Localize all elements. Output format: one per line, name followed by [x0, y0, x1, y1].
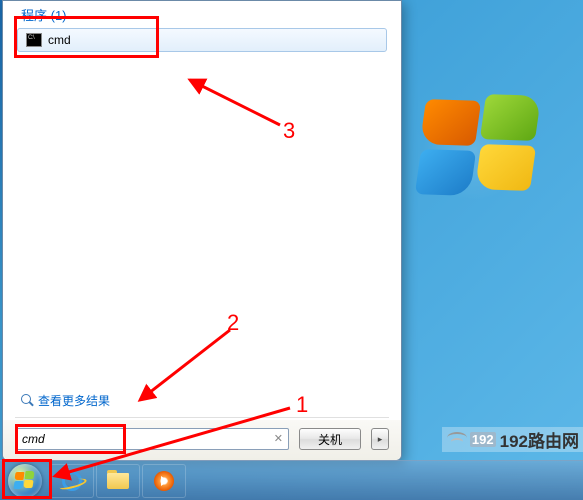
- cmd-icon: [26, 33, 42, 47]
- divider: [15, 417, 389, 418]
- see-more-results-link[interactable]: 查看更多结果: [3, 386, 401, 415]
- desktop-wallpaper-windows-logo: [383, 60, 563, 240]
- result-label: cmd: [48, 33, 71, 47]
- start-menu-spacer: [3, 54, 401, 386]
- annotation-number-2: 2: [227, 310, 239, 336]
- search-box: ✕: [15, 428, 289, 450]
- annotation-number-3: 3: [283, 118, 295, 144]
- taskbar-internet-explorer[interactable]: [50, 464, 94, 498]
- shutdown-options-arrow[interactable]: ▸: [371, 428, 389, 450]
- watermark-text: 192路由网: [500, 427, 579, 452]
- see-more-label: 查看更多结果: [38, 392, 110, 409]
- start-menu-bottom-row: ✕ 关机 ▸: [3, 420, 401, 460]
- programs-header: 程序 (1): [3, 1, 401, 26]
- wifi-icon: [446, 432, 468, 448]
- taskbar-media-player[interactable]: [142, 464, 186, 498]
- search-input[interactable]: [15, 428, 289, 450]
- taskbar-file-explorer[interactable]: [96, 464, 140, 498]
- start-button[interactable]: [2, 463, 48, 499]
- clear-search-icon[interactable]: ✕: [274, 432, 283, 445]
- search-result-cmd[interactable]: cmd: [17, 28, 387, 52]
- watermark: 192 192路由网: [442, 427, 583, 452]
- annotation-number-1: 1: [296, 392, 308, 418]
- start-menu: 程序 (1) cmd 查看更多结果 ✕ 关机 ▸: [2, 0, 402, 461]
- search-icon: [21, 394, 34, 407]
- watermark-ip: 192: [470, 432, 496, 447]
- taskbar: [0, 460, 583, 500]
- shutdown-button[interactable]: 关机: [299, 428, 361, 450]
